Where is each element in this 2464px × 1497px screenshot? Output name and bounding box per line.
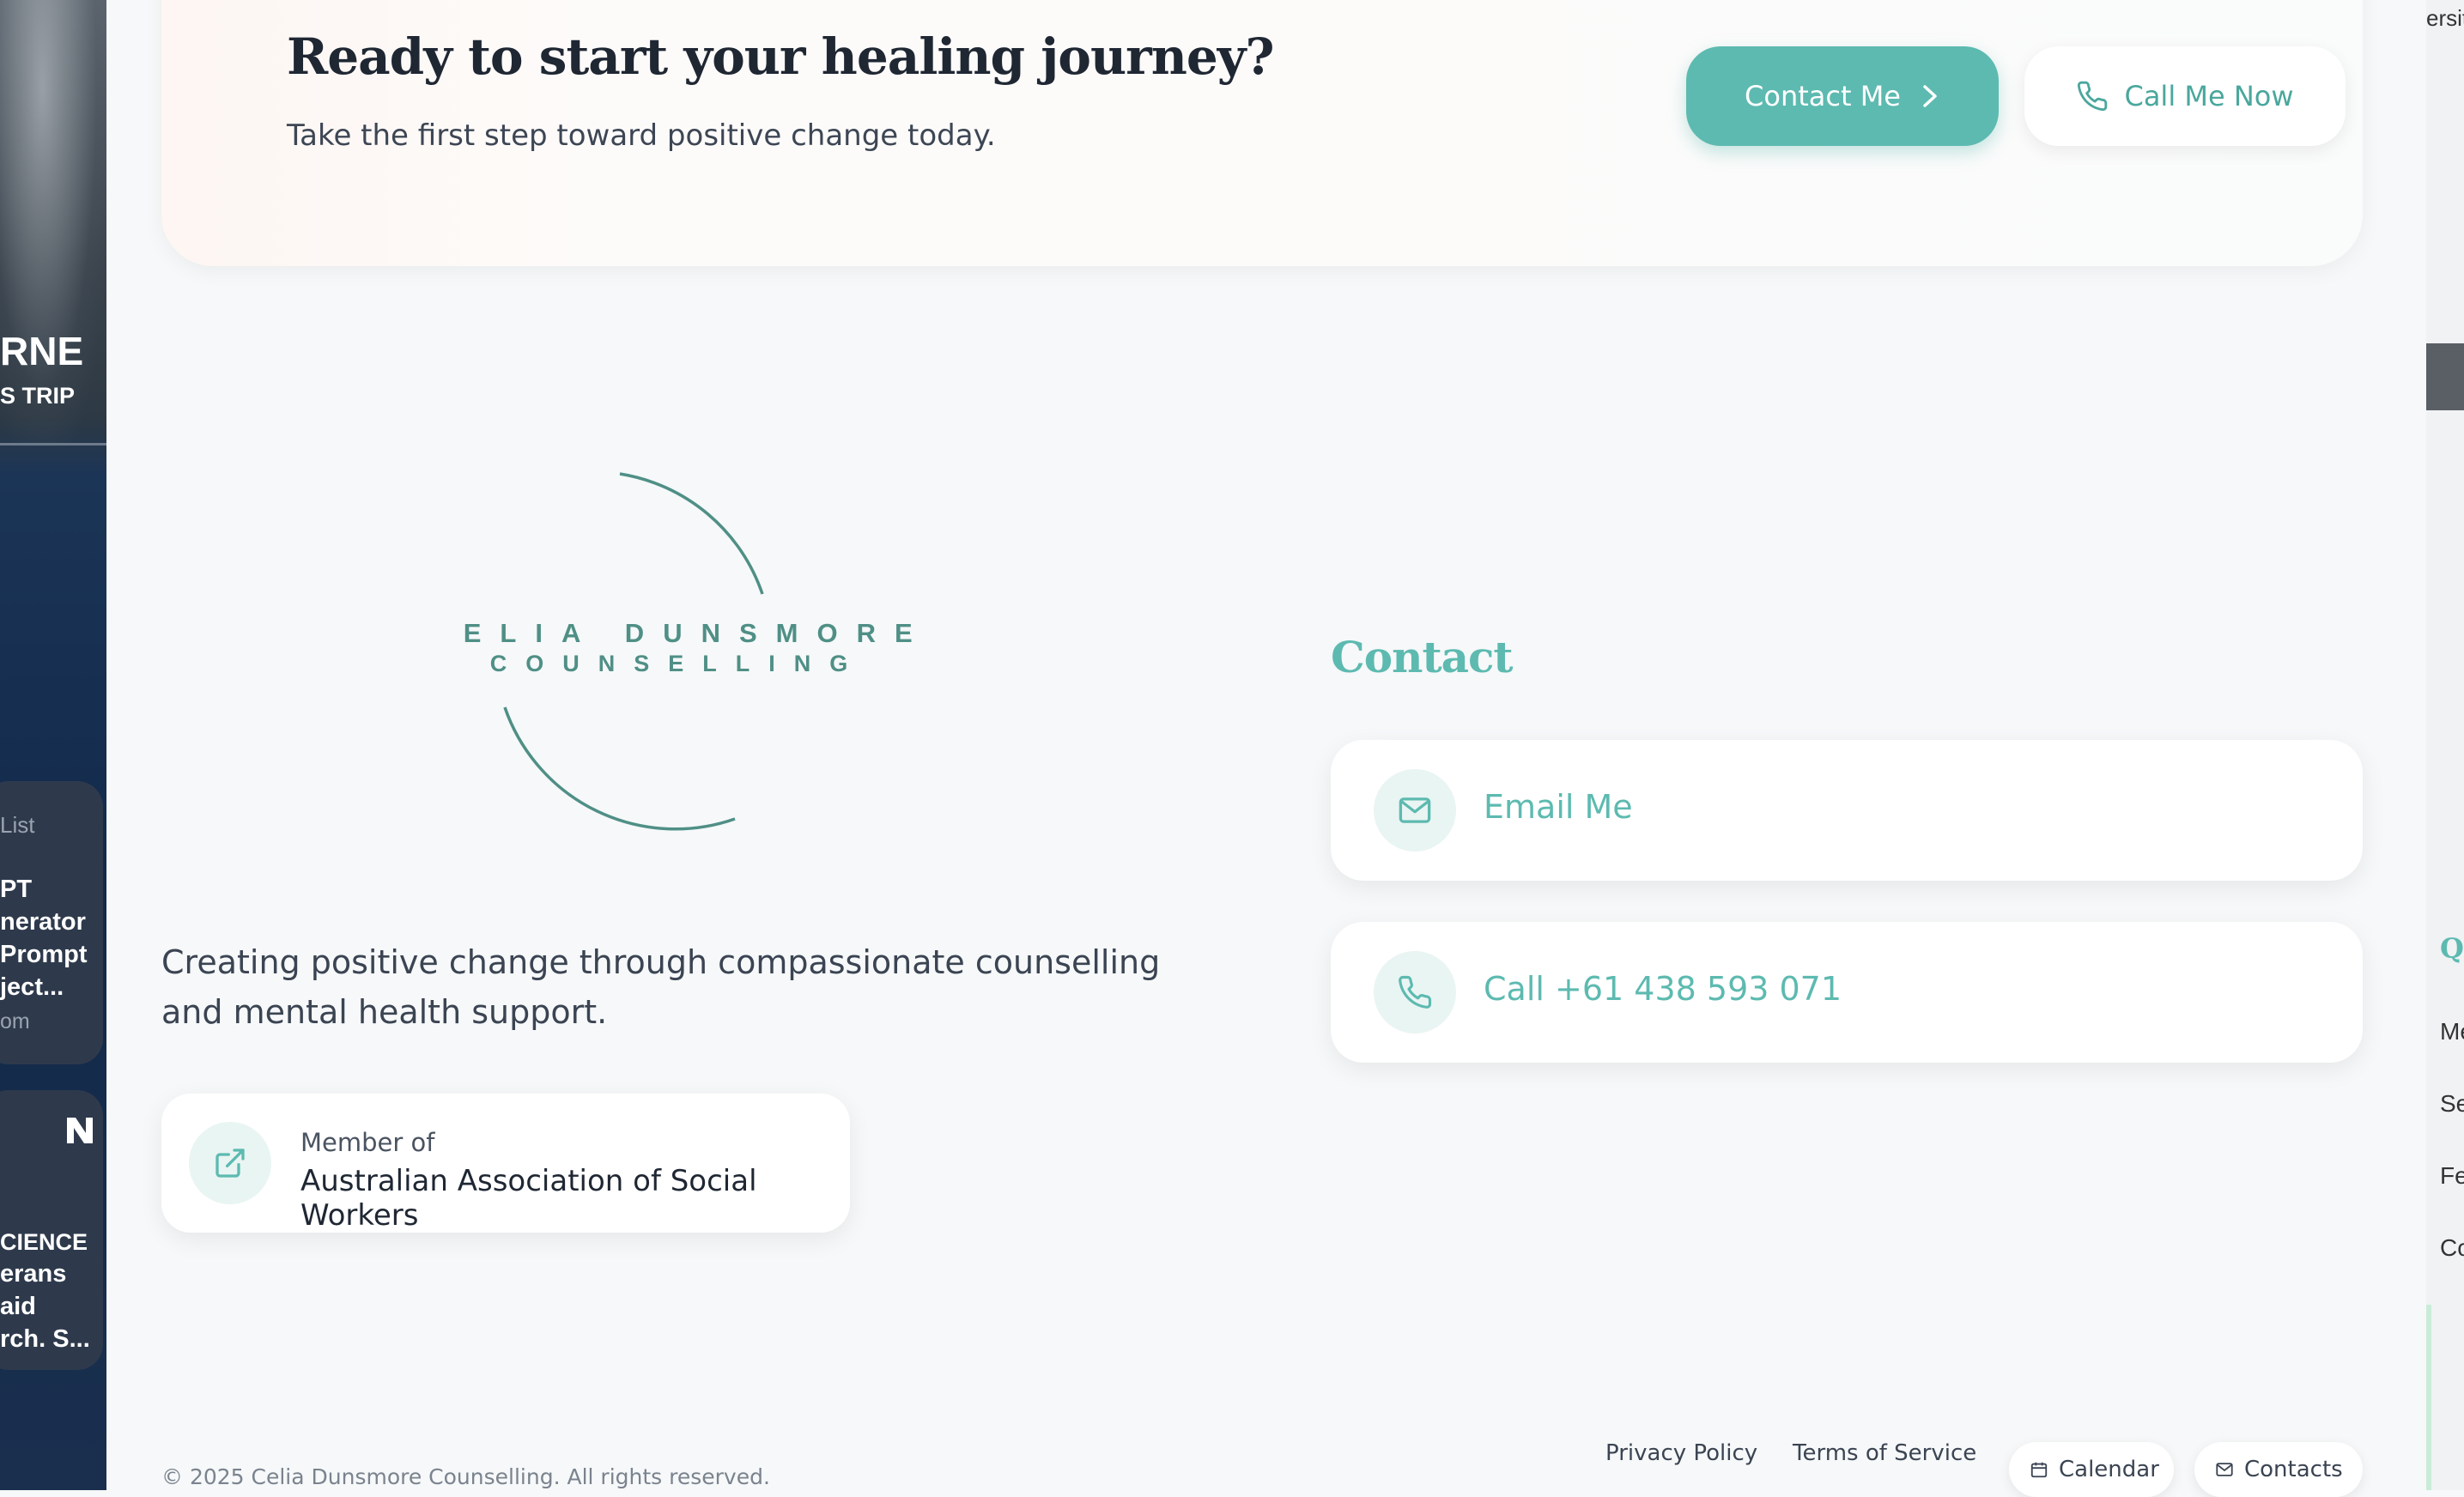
left-card-2-line: aid: [0, 1293, 36, 1320]
left-headline-1: RNE: [0, 329, 84, 373]
left-card-1-line: Prompt: [0, 941, 88, 968]
call-me-now-button[interactable]: Call Me Now: [2024, 46, 2346, 146]
right-top-text: ersit: [2426, 5, 2464, 31]
about-tagline: Creating positive change through compass…: [161, 943, 1161, 1031]
right-list-item[interactable]: Me: [2440, 1018, 2464, 1045]
phone-icon: [2076, 80, 2109, 112]
mail-icon: [1374, 769, 1456, 852]
external-link-icon: [189, 1122, 271, 1204]
mail-icon: [2215, 1460, 2234, 1479]
left-card-1-line: ject...: [0, 973, 64, 1001]
left-card-2-line: rch. S...: [0, 1325, 90, 1353]
cta-title: Ready to start your healing journey?: [287, 27, 1274, 86]
left-card-2-line: CIENCE: [0, 1229, 88, 1255]
phone-icon: [1374, 951, 1456, 1033]
brand-logo: CELIA DUNSMORE COUNSELLING: [450, 446, 1017, 841]
contact-heading: Contact: [1331, 632, 1514, 682]
left-card-1-source: om: [0, 1009, 30, 1033]
contact-me-label: Contact Me: [1745, 80, 1901, 112]
calendar-button[interactable]: Calendar: [2009, 1442, 2174, 1497]
chevron-right-icon: [1920, 83, 1940, 109]
cta-subtitle: Take the first step toward positive chan…: [287, 118, 996, 153]
right-list-item[interactable]: Se: [2440, 1090, 2464, 1118]
call-phone-card[interactable]: Call +61 438 593 071: [1331, 922, 2363, 1063]
member-organisation: Australian Association of Social Workers: [300, 1164, 757, 1233]
left-card-1-label: List: [0, 812, 35, 838]
logo-line-1: CELIA DUNSMORE: [450, 618, 932, 648]
cta-banner: Ready to start your healing journey? Tak…: [161, 0, 2363, 266]
left-card-1[interactable]: List PT nerator Prompt ject... om: [0, 781, 103, 1064]
right-accent-line: [2426, 1305, 2431, 1490]
main-page: Ready to start your healing journey? Tak…: [106, 0, 2426, 1497]
contacts-label: Contacts: [2244, 1457, 2343, 1482]
email-me-label: Email Me: [1484, 788, 1633, 826]
left-divider: [0, 443, 106, 445]
left-headline-2: S TRIP: [0, 383, 76, 409]
contacts-button[interactable]: Contacts: [2194, 1442, 2363, 1497]
email-me-card[interactable]: Email Me: [1331, 740, 2363, 881]
storm-image: [0, 0, 106, 446]
left-background-panel: RNE S TRIP List PT nerator Prompt ject..…: [0, 0, 106, 1490]
right-list-item[interactable]: Co: [2440, 1234, 2464, 1262]
contact-me-button[interactable]: Contact Me: [1686, 46, 1999, 146]
publisher-logo-icon: [65, 1116, 94, 1145]
right-dark-bar: [2426, 343, 2464, 410]
member-of-label: Member of: [300, 1128, 435, 1157]
terms-of-service-link[interactable]: Terms of Service: [1793, 1440, 1976, 1466]
right-background-panel: ersit Q Me Se Fe Co: [2426, 0, 2464, 1490]
left-card-1-line: PT: [0, 876, 33, 903]
calendar-icon: [2030, 1460, 2048, 1479]
left-card-2-line: erans: [0, 1260, 67, 1288]
logo-line-2: COUNSELLING: [490, 651, 867, 676]
right-heading: Q: [2440, 932, 2464, 965]
call-me-now-label: Call Me Now: [2124, 80, 2294, 112]
call-phone-label: Call +61 438 593 071: [1484, 970, 1842, 1008]
left-card-1-line: nerator: [0, 908, 86, 936]
copyright-text: © 2025 Celia Dunsmore Counselling. All r…: [161, 1464, 770, 1489]
right-list-item[interactable]: Fe: [2440, 1162, 2464, 1190]
left-card-2[interactable]: CIENCE erans aid rch. S...: [0, 1090, 103, 1370]
calendar-label: Calendar: [2059, 1457, 2159, 1482]
membership-card[interactable]: Member of Australian Association of Soci…: [161, 1094, 850, 1233]
privacy-policy-link[interactable]: Privacy Policy: [1605, 1440, 1757, 1466]
